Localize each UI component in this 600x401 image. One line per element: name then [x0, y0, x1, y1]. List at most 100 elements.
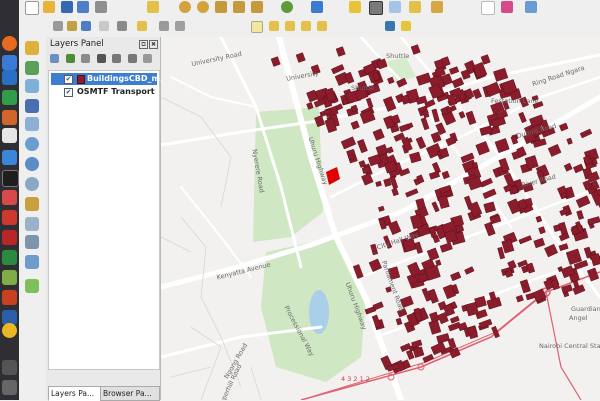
collapse-all-icon[interactable] — [127, 54, 137, 63]
open-project-icon[interactable] — [43, 1, 55, 13]
add-feature-icon[interactable] — [99, 21, 109, 31]
plugin-icon[interactable] — [401, 21, 411, 31]
edit-pencil-icon[interactable] — [67, 21, 77, 31]
filezilla-icon[interactable] — [2, 230, 17, 245]
filter-icon[interactable] — [96, 54, 106, 63]
zoom-layer-icon[interactable] — [233, 1, 245, 13]
zoom-in-icon[interactable] — [179, 1, 191, 13]
chrome-icon[interactable] — [2, 55, 17, 70]
digitize-icon[interactable] — [53, 21, 63, 31]
label-tool-icon[interactable] — [251, 21, 263, 33]
qgis-icon[interactable] — [2, 128, 17, 143]
help-icon[interactable] — [2, 250, 17, 265]
building-footprint — [591, 159, 598, 166]
pan-map-icon[interactable] — [147, 1, 159, 13]
zoom-selection-icon[interactable] — [251, 1, 263, 13]
building-footprint — [387, 76, 395, 85]
measure-icon[interactable] — [369, 1, 383, 15]
label-pin-icon[interactable] — [269, 21, 279, 31]
zoom-full-icon[interactable] — [215, 1, 227, 13]
data-source-manager-icon[interactable] — [25, 41, 39, 55]
trash-icon[interactable] — [2, 360, 17, 375]
field-calc-icon[interactable] — [431, 1, 443, 13]
add-raster-layer-icon[interactable] — [25, 79, 39, 93]
remove-layer-icon[interactable] — [143, 54, 153, 63]
building-footprint — [436, 333, 450, 344]
save-project-icon[interactable] — [61, 1, 73, 13]
add-wms-icon[interactable] — [25, 137, 39, 151]
print-layout-icon[interactable] — [95, 1, 107, 13]
drive-icon[interactable] — [2, 380, 17, 395]
add-oracle-icon[interactable] — [25, 255, 39, 269]
building-footprint — [576, 210, 584, 220]
label-change-icon[interactable] — [317, 21, 327, 31]
polygon-symbol-icon — [77, 75, 85, 84]
statistics-icon[interactable] — [409, 1, 421, 13]
calc-icon[interactable] — [2, 90, 17, 105]
chromium-icon[interactable] — [2, 323, 17, 338]
add-wcs-icon[interactable] — [25, 177, 39, 191]
python-icon[interactable] — [385, 21, 395, 31]
layer-item-osm-transport[interactable]: ✔ OSMTF Transport — [51, 86, 157, 98]
terminal-icon[interactable] — [2, 170, 19, 187]
attribute-table-icon[interactable] — [389, 1, 401, 13]
database-icon[interactable] — [2, 270, 17, 285]
add-group-icon[interactable] — [65, 54, 75, 63]
add-spatialite-icon[interactable] — [25, 117, 39, 131]
label-move-icon[interactable] — [285, 21, 295, 31]
save-edits-icon[interactable] — [81, 21, 91, 31]
style-icon[interactable] — [50, 54, 59, 63]
label-shuttle: Shuttle — [351, 84, 375, 92]
building-footprint — [383, 178, 392, 187]
label-icon[interactable] — [501, 1, 513, 13]
expand-all-icon[interactable] — [112, 54, 122, 63]
vertex-tool-icon[interactable] — [117, 21, 127, 31]
float-panel-button[interactable]: ⧉ — [139, 40, 148, 49]
mail-icon[interactable] — [2, 290, 17, 305]
writer-icon[interactable] — [2, 70, 17, 85]
layer-visibility-checkbox[interactable]: ✔ — [64, 88, 73, 97]
building-footprint — [464, 266, 475, 275]
add-postgis-icon[interactable] — [25, 99, 39, 113]
layer-visibility-checkbox[interactable]: ✔ — [64, 75, 73, 84]
annotation-icon[interactable] — [525, 1, 537, 13]
zoom-out-icon[interactable] — [197, 1, 209, 13]
save-as-icon[interactable] — [77, 1, 89, 13]
building-footprint — [441, 170, 450, 180]
refresh-icon[interactable] — [281, 1, 293, 13]
building-footprint — [428, 319, 442, 335]
add-vector-layer-icon[interactable] — [25, 61, 39, 75]
new-project-icon[interactable] — [25, 1, 39, 15]
files-icon[interactable] — [2, 190, 17, 205]
building-footprint — [439, 242, 453, 253]
building-footprint — [449, 315, 460, 324]
layer-item-buildings[interactable]: ✔ BuildingsCBD_m... — [51, 73, 169, 85]
map-canvas[interactable]: University University Road Shuttle Shutt… — [161, 37, 600, 400]
label-rotate-icon[interactable] — [301, 21, 311, 31]
building-footprint — [575, 195, 591, 209]
add-virtual-layer-icon[interactable] — [25, 217, 39, 231]
select-icon[interactable] — [349, 1, 361, 13]
software-icon[interactable] — [2, 210, 17, 225]
building-footprint — [357, 139, 368, 154]
firefox-icon[interactable] — [2, 36, 17, 51]
add-delimited-text-icon[interactable] — [25, 197, 39, 211]
building-footprint — [361, 172, 374, 186]
settings-icon[interactable] — [2, 150, 17, 165]
node-tool-icon[interactable] — [137, 21, 147, 31]
impress-icon[interactable] — [2, 110, 17, 125]
cut-icon[interactable] — [175, 21, 185, 31]
building-footprint — [449, 66, 460, 75]
add-mssql-icon[interactable] — [25, 235, 39, 249]
delete-selected-icon[interactable] — [159, 21, 169, 31]
tab-browser-panel[interactable]: Browser Pa... — [100, 386, 160, 401]
sum-icon[interactable] — [481, 1, 495, 15]
add-wfs-icon[interactable] — [25, 157, 39, 171]
eye-icon[interactable] — [81, 54, 91, 63]
tab-layers-panel[interactable]: Layers Pa... — [48, 386, 102, 401]
building-footprint — [295, 52, 306, 63]
new-shapefile-icon[interactable] — [25, 279, 39, 293]
close-panel-button[interactable]: ✖ — [149, 40, 158, 49]
identify-icon[interactable] — [311, 1, 323, 13]
layer-name: BuildingsCBD_m... — [87, 74, 169, 83]
